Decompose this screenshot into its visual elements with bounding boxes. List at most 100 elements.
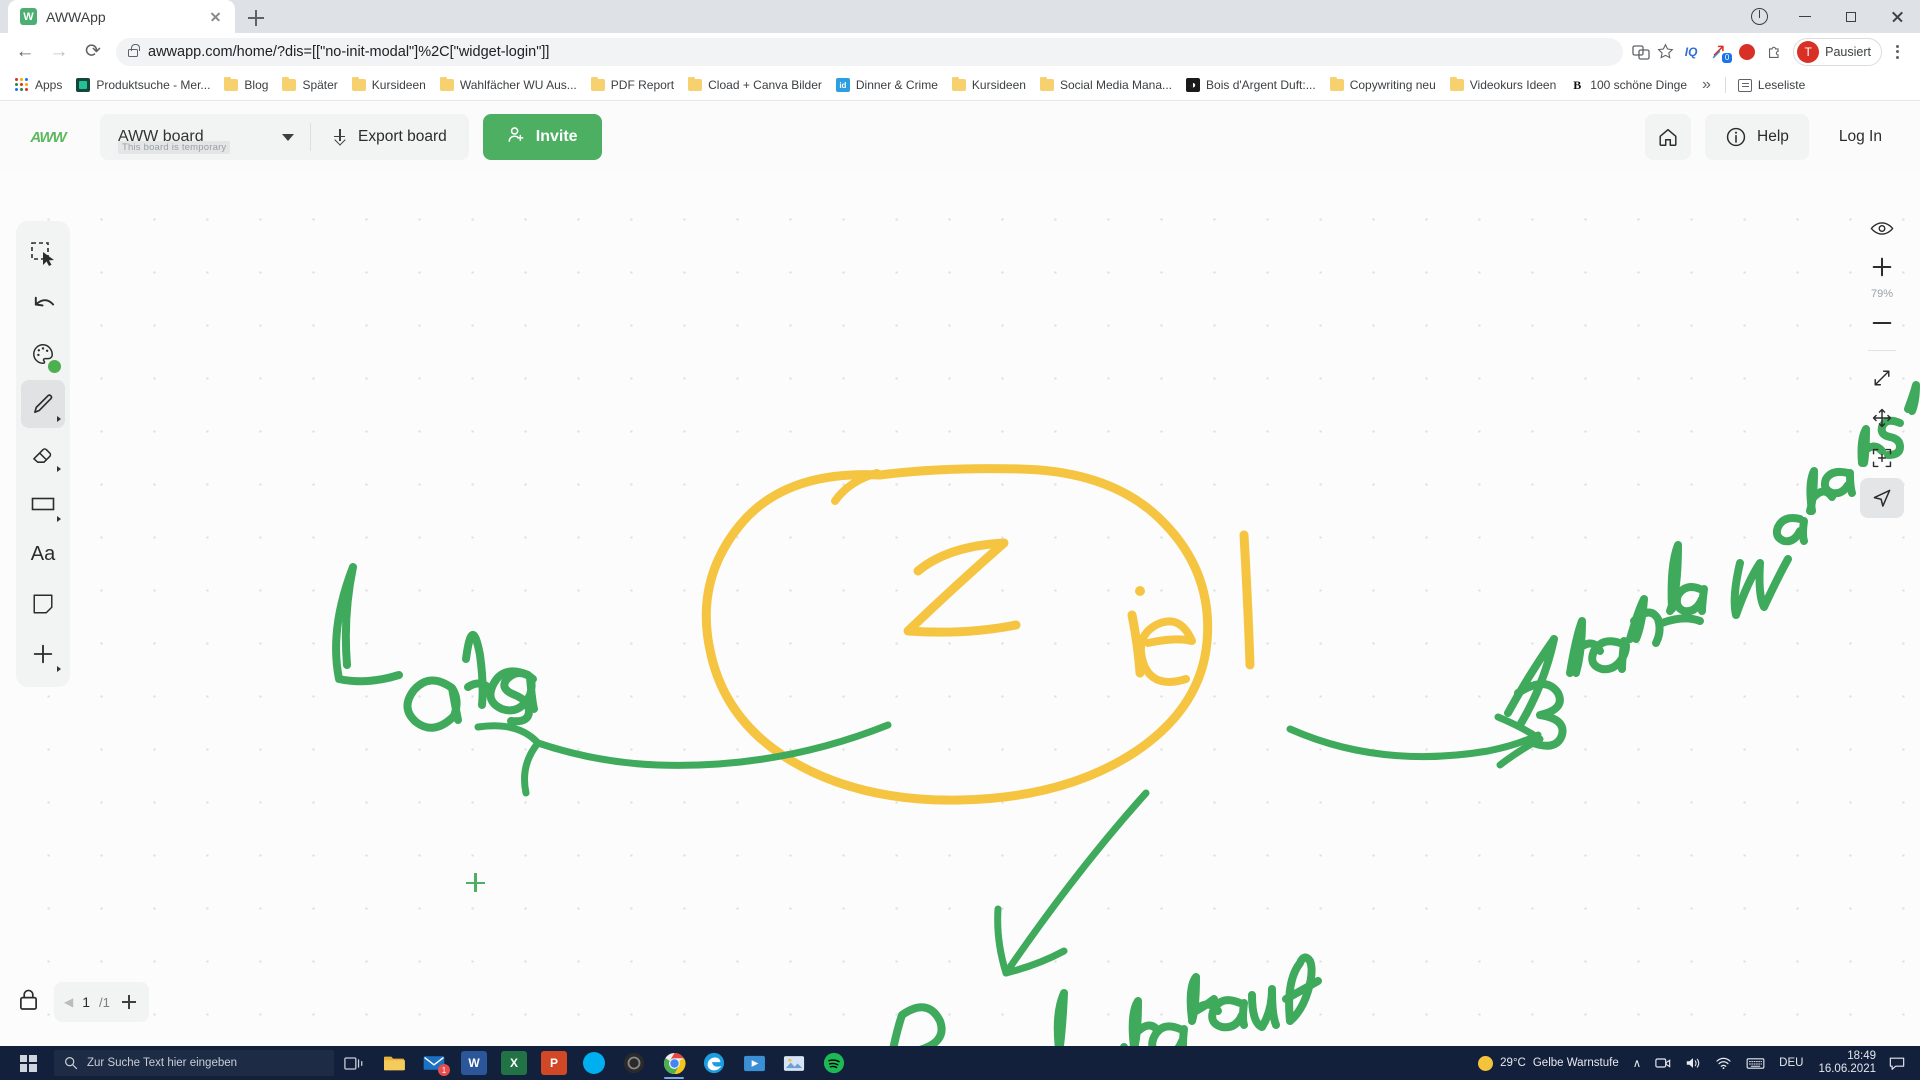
taskbar-file-explorer[interactable] — [374, 1046, 414, 1080]
tray-keyboard-button[interactable] — [1739, 1046, 1772, 1080]
current-page-number[interactable]: 1 — [82, 994, 90, 1010]
forward-button[interactable]: → — [42, 35, 76, 69]
bookmarks-overflow-button[interactable]: » — [1694, 76, 1719, 94]
extension-grammarly-icon[interactable] — [1733, 37, 1761, 67]
bookmark-star-icon[interactable] — [1653, 40, 1677, 64]
close-icon[interactable] — [206, 7, 225, 26]
extension-pocket-icon[interactable]: 0 — [1705, 37, 1733, 67]
taskbar-mail[interactable]: 1 — [414, 1046, 454, 1080]
text-tool[interactable]: Aa — [21, 530, 65, 578]
taskbar-spotify[interactable] — [814, 1046, 854, 1080]
more-tools-button[interactable] — [21, 630, 65, 678]
task-view-button[interactable] — [334, 1046, 374, 1080]
aww-logo[interactable]: AWW — [22, 116, 74, 158]
translate-icon[interactable] — [1629, 40, 1653, 64]
browser-tab-awwapp[interactable]: W AWWApp — [8, 0, 235, 33]
zoom-out-button[interactable] — [1860, 303, 1904, 343]
export-board-button[interactable]: Export board — [311, 114, 469, 160]
pan-button[interactable] — [1860, 398, 1904, 438]
fit-screen-button[interactable] — [1860, 358, 1904, 398]
taskbar-excel[interactable]: X — [494, 1046, 534, 1080]
pen-tool[interactable] — [21, 380, 65, 428]
reading-list-button[interactable]: Leseliste — [1732, 75, 1811, 95]
info-icon — [1726, 127, 1746, 147]
zoom-in-button[interactable] — [1860, 247, 1904, 287]
new-tab-button[interactable] — [239, 3, 273, 33]
chrome-menu-button[interactable] — [1882, 37, 1912, 67]
minimize-button[interactable] — [1782, 0, 1828, 33]
bookmark-kursideen-2[interactable]: Kursideen — [945, 75, 1033, 95]
login-button[interactable]: Log In — [1823, 128, 1898, 146]
center-button[interactable] — [1860, 438, 1904, 478]
taskbar-chrome[interactable] — [654, 1046, 694, 1080]
reload-button[interactable]: ⟳ — [76, 35, 110, 69]
shape-tool[interactable] — [21, 480, 65, 528]
bookmark-wahlfaecher[interactable]: Wahlfächer WU Aus... — [433, 75, 584, 95]
bookmark-cload-canva[interactable]: Cload + Canva Bilder — [681, 75, 829, 95]
profile-button[interactable]: T Pausiert — [1793, 37, 1882, 66]
previous-page-button[interactable]: ◀ — [64, 995, 73, 1009]
chevron-right-icon[interactable] — [57, 666, 61, 672]
profile-window-icon[interactable] — [1736, 0, 1782, 33]
bookmark-100-schoene-dinge[interactable]: B 100 schöne Dinge — [1563, 75, 1694, 95]
close-window-button[interactable] — [1874, 0, 1920, 33]
add-page-button[interactable] — [119, 992, 139, 1012]
bookmark-spaeter[interactable]: Später — [275, 75, 344, 95]
bookmark-pdf-report[interactable]: PDF Report — [584, 75, 681, 95]
note-tool[interactable] — [21, 580, 65, 628]
bookmark-kursideen-1[interactable]: Kursideen — [345, 75, 433, 95]
tab-title: AWWApp — [46, 8, 106, 25]
extension-puzzle-icon[interactable] — [1761, 37, 1789, 67]
taskbar-video-editor[interactable] — [734, 1046, 774, 1080]
bookmark-apps[interactable]: Apps — [8, 75, 69, 95]
taskbar-word[interactable]: W — [454, 1046, 494, 1080]
board-selector[interactable]: AWW board This board is temporary — [100, 114, 310, 160]
taskbar-powerpoint[interactable]: P — [534, 1046, 574, 1080]
navigate-pointer-button[interactable] — [1860, 478, 1904, 518]
select-tool[interactable] — [21, 230, 65, 278]
clock[interactable]: 18:49 16.06.2021 — [1810, 1050, 1884, 1076]
address-bar[interactable]: awwapp.com/home/?dis=[["no-init-modal"]%… — [116, 37, 1624, 66]
bookmark-blog[interactable]: Blog — [217, 75, 275, 95]
undo-tool[interactable] — [21, 280, 65, 328]
maximize-button[interactable] — [1828, 0, 1874, 33]
visibility-toggle[interactable] — [1860, 213, 1904, 243]
chevron-right-icon[interactable] — [57, 516, 61, 522]
bookmark-social-media[interactable]: Social Media Mana... — [1033, 75, 1179, 95]
tray-expand-button[interactable]: ∧ — [1626, 1046, 1648, 1080]
tray-language[interactable]: DEU — [1772, 1046, 1810, 1080]
notification-center-button[interactable] — [1884, 1046, 1910, 1080]
back-button[interactable]: ← — [8, 35, 42, 69]
eraser-tool[interactable] — [21, 430, 65, 478]
taskbar-photos[interactable] — [774, 1046, 814, 1080]
bookmark-videokurs-ideen[interactable]: Videokurs Ideen — [1443, 75, 1564, 95]
rectangle-icon — [31, 497, 55, 511]
home-button[interactable] — [1645, 114, 1691, 160]
current-color-swatch[interactable] — [48, 360, 61, 373]
tray-camera-button[interactable] — [1648, 1046, 1678, 1080]
bookmark-dinner-crime[interactable]: id Dinner & Crime — [829, 75, 945, 95]
tray-wifi-button[interactable] — [1708, 1046, 1739, 1080]
taskbar-edge[interactable] — [694, 1046, 734, 1080]
tray-volume-button[interactable] — [1678, 1046, 1708, 1080]
bookmark-copywriting[interactable]: Copywriting neu — [1323, 75, 1443, 95]
minus-icon — [1872, 321, 1892, 325]
avatar: T — [1797, 40, 1820, 63]
chevron-right-icon[interactable] — [57, 466, 61, 472]
color-tool[interactable] — [21, 330, 65, 378]
whiteboard-canvas[interactable]: Aa 79% ◀ 1 /1 — [0, 173, 1920, 1046]
board-lock-button[interactable] — [18, 988, 39, 1016]
window-controls — [1736, 0, 1920, 33]
bookmark-label: 100 schöne Dinge — [1590, 78, 1688, 92]
taskbar-camera[interactable] — [614, 1046, 654, 1080]
weather-widget[interactable]: 29°C Gelbe Warnstufe — [1471, 1046, 1626, 1080]
invite-button[interactable]: Invite — [482, 114, 602, 160]
start-button[interactable] — [4, 1046, 52, 1080]
bookmark-bois-dargent[interactable]: ◑ Bois d'Argent Duft:... — [1179, 75, 1323, 95]
help-button[interactable]: Help — [1705, 114, 1809, 160]
chevron-right-icon[interactable] — [57, 416, 61, 422]
extension-iq-icon[interactable]: IQ — [1677, 37, 1705, 67]
taskbar-search-input[interactable]: Zur Suche Text hier eingeben — [54, 1050, 334, 1076]
taskbar-skype[interactable] — [574, 1046, 614, 1080]
bookmark-produktsuche[interactable]: Produktsuche - Mer... — [69, 75, 217, 95]
